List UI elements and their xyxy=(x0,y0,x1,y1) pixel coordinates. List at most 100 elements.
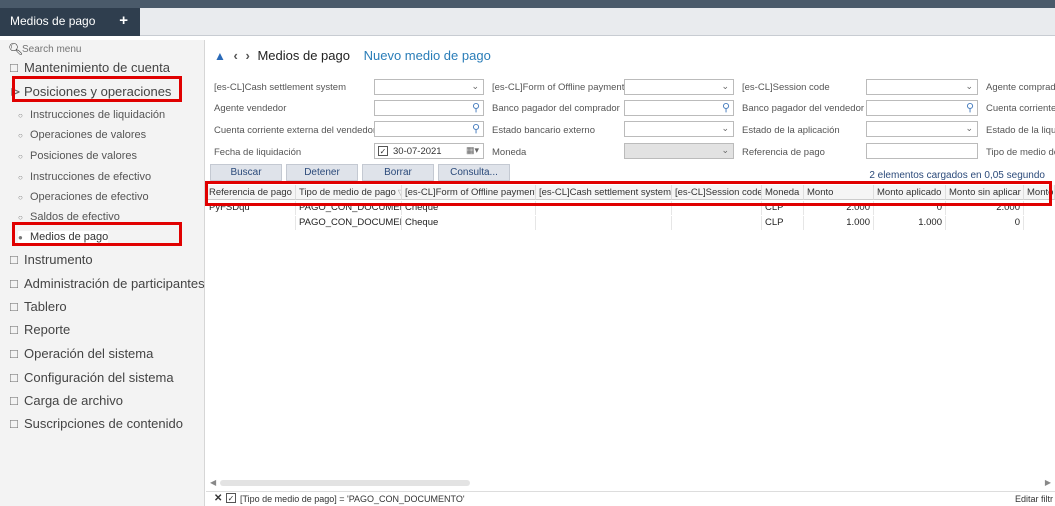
sidebar-item-carga-archivo[interactable]: □ Carga de archivo xyxy=(10,393,123,408)
sidebar-item-instrucciones-efectivo[interactable]: ○ Instrucciones de efectivo xyxy=(18,171,151,183)
search-icon[interactable]: ⚲ xyxy=(472,101,480,114)
tab-label: Medios de pago xyxy=(10,14,96,28)
scrollbar-thumb[interactable] xyxy=(220,480,470,486)
sidebar: 🔍︎ □Mantenimiento de cuenta ⊳Posiciones … xyxy=(0,40,205,506)
bullet-icon: ○ xyxy=(18,173,23,182)
sidebar-item-tablero[interactable]: □ Tablero xyxy=(10,299,67,314)
sidebar-item-operaciones-efectivo[interactable]: ○ Operaciones de efectivo xyxy=(18,191,149,203)
plus-icon[interactable]: + xyxy=(119,12,128,29)
search-icon[interactable]: ⚲ xyxy=(966,101,974,114)
table-cell: PAGO_CON_DOCUMENTO xyxy=(296,201,402,215)
session-code-select[interactable]: ⌄ xyxy=(866,79,978,95)
sidebar-item-operacion-sistema[interactable]: □ Operación del sistema xyxy=(10,346,153,361)
table-cell xyxy=(536,201,672,215)
form-offline-select[interactable]: ⌄ xyxy=(624,79,734,95)
banco-vendedor-input[interactable]: ⚲ xyxy=(866,100,978,116)
chevron-down-icon: ⌄ xyxy=(965,123,973,133)
chevron-down-icon: ⌄ xyxy=(721,123,729,133)
close-icon[interactable]: ✕ xyxy=(214,493,222,504)
sidebar-item-operaciones-valores[interactable]: ○ Operaciones de valores xyxy=(18,129,146,141)
sidebar-item-posiciones[interactable]: ⊳ Posiciones y operaciones xyxy=(10,84,171,100)
cuenta-externa-input[interactable]: ⚲ xyxy=(374,121,484,137)
label-fecha-liquidacion: Fecha de liquidación xyxy=(214,147,302,158)
search-icon[interactable]: ⚲ xyxy=(722,101,730,114)
table-cell: 2.000 xyxy=(946,201,1024,215)
loaded-message: 2 elementos cargados en 0,05 segundo xyxy=(869,170,1045,181)
borrar-button[interactable]: Borrar xyxy=(362,164,434,181)
filter-bar: ✕ ✓ [Tipo de medio de pago] = 'PAGO_CON_… xyxy=(206,491,1055,506)
results-grid: Referencia de pago Tipo de medio de pago… xyxy=(206,185,1055,485)
page-title: Medios de pago xyxy=(257,48,350,63)
scroll-left-icon[interactable]: ◀ xyxy=(210,478,216,487)
edit-filter-link[interactable]: Editar filtr xyxy=(1015,494,1053,504)
sidebar-item-instrucciones-liquidacion[interactable]: ○ Instrucciones de liquidación xyxy=(18,109,165,121)
label-cuenta-corriente: Cuenta corriente xyxy=(986,103,1055,114)
label-cash-settlement: [es-CL]Cash settlement system xyxy=(214,82,346,93)
folder-icon: □ xyxy=(10,416,18,431)
cash-settlement-select[interactable]: ⌄ xyxy=(374,79,484,95)
column-header[interactable]: [es-CL]Session code xyxy=(672,185,762,200)
sidebar-item-administracion[interactable]: □ Administración de participantes xyxy=(10,276,205,291)
table-row[interactable]: PAGO_CON_DOCUMENTO Cheque CLP 1.000 1.00… xyxy=(206,216,1055,230)
sidebar-item-saldos-efectivo[interactable]: ○ Saldos de efectivo xyxy=(18,211,120,223)
sidebar-item-reporte[interactable]: □ Reporte xyxy=(10,322,70,337)
title-row: ▲ ‹ › Medios de pago Nuevo medio de pago xyxy=(214,48,491,68)
bullet-icon: ○ xyxy=(18,111,23,120)
column-header[interactable]: Monto sin aplicar xyxy=(946,185,1024,200)
estado-aplicacion-select[interactable]: ⌄ xyxy=(866,121,978,137)
main-panel: ▲ ‹ › Medios de pago Nuevo medio de pago… xyxy=(206,40,1055,506)
label-banco-comprador: Banco pagador del comprador xyxy=(492,103,620,114)
scroll-right-icon[interactable]: ▶ xyxy=(1045,478,1051,487)
estado-bancario-select[interactable]: ⌄ xyxy=(624,121,734,137)
back-icon[interactable]: ‹ xyxy=(234,48,238,63)
label-agente-vendedor: Agente vendedor xyxy=(214,103,287,114)
sidebar-item-instrumento[interactable]: □ Instrumento xyxy=(10,252,93,267)
buscar-button[interactable]: Buscar xyxy=(210,164,282,181)
sidebar-item-suscripciones[interactable]: □ Suscripciones de contenido xyxy=(10,416,183,431)
checkbox-checked-icon[interactable]: ✓ xyxy=(226,493,236,503)
column-header[interactable]: Referencia de pago xyxy=(206,185,296,200)
table-cell: 0 xyxy=(874,201,946,215)
column-header[interactable]: [es-CL]Cash settlement system xyxy=(536,185,672,200)
column-header[interactable]: Moneda xyxy=(762,185,804,200)
label-banco-vendedor: Banco pagador del vendedor xyxy=(742,103,865,114)
search-icon[interactable]: ⚲ xyxy=(472,122,480,135)
fecha-liquidacion-input[interactable]: ✓ 30-07-2021 ▦▾ xyxy=(374,143,484,159)
tab-medios-de-pago[interactable]: Medios de pago + xyxy=(0,8,140,36)
sidebar-item-medios-de-pago[interactable]: ● Medios de pago xyxy=(18,231,109,243)
sidebar-item-mantenimiento[interactable]: □ Mantenimiento de cuenta xyxy=(10,60,170,75)
checkbox-checked-icon[interactable]: ✓ xyxy=(378,146,388,156)
calendar-icon[interactable]: ▦▾ xyxy=(466,145,479,156)
moneda-select[interactable]: ⌄ xyxy=(624,143,734,159)
folder-icon: □ xyxy=(10,276,18,291)
search-input[interactable] xyxy=(22,42,192,56)
top-strip xyxy=(0,0,1055,8)
column-header[interactable]: Monto xyxy=(804,185,874,200)
folder-icon: □ xyxy=(10,60,18,75)
table-cell: Cheque xyxy=(402,201,536,215)
sidebar-item-configuracion[interactable]: □ Configuración del sistema xyxy=(10,370,174,385)
column-header[interactable]: Monto aplicado xyxy=(874,185,946,200)
new-payment-link[interactable]: Nuevo medio de pago xyxy=(364,48,491,63)
table-cell: Cheque xyxy=(402,216,536,230)
table-row[interactable]: PyFSDqu PAGO_CON_DOCUMENTO Cheque CLP 2.… xyxy=(206,201,1055,215)
table-cell: CLP xyxy=(762,201,804,215)
table-cell: 0 xyxy=(946,216,1024,230)
sidebar-item-posiciones-valores[interactable]: ○ Posiciones de valores xyxy=(18,150,137,162)
detener-button[interactable]: Detener xyxy=(286,164,358,181)
hierarchy-icon[interactable]: ▲ xyxy=(214,49,226,63)
horizontal-scrollbar[interactable]: ◀ ▶ xyxy=(206,478,1055,488)
forward-icon[interactable]: › xyxy=(245,48,249,63)
referencia-pago-input[interactable] xyxy=(866,143,978,159)
folder-icon: □ xyxy=(10,299,18,314)
folder-open-icon: ⊳ xyxy=(10,84,21,99)
agente-vendedor-input[interactable]: ⚲ xyxy=(374,100,484,116)
consulta-button[interactable]: Consulta... xyxy=(438,164,510,181)
table-cell: 1.000 xyxy=(804,216,874,230)
label-estado-liqui: Estado de la liqui xyxy=(986,125,1055,136)
column-header[interactable]: Tipo de medio de pago▽ xyxy=(296,185,402,200)
banco-comprador-input[interactable]: ⚲ xyxy=(624,100,734,116)
column-header[interactable]: [es-CL]Form of Offline payment xyxy=(402,185,536,200)
search-row: 🔍︎ xyxy=(8,42,198,58)
column-header[interactable]: Monto l xyxy=(1024,185,1055,200)
